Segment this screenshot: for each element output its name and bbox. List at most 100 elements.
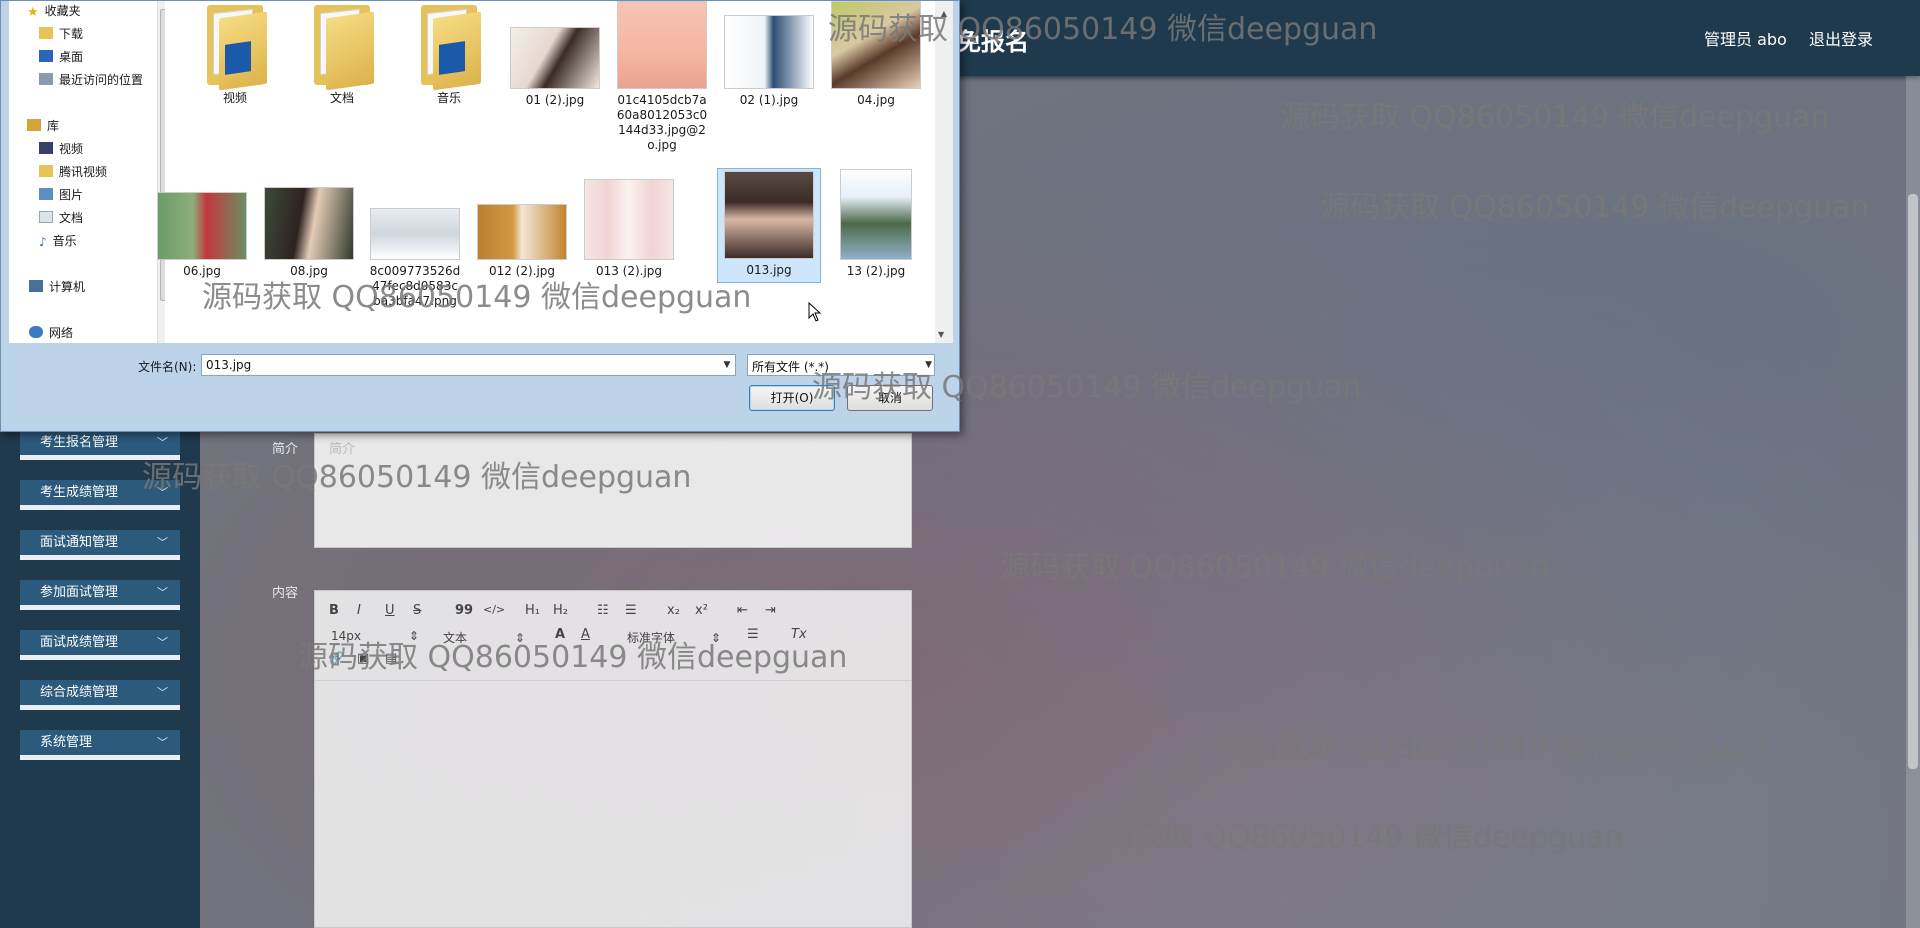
photo-thumbnail [510, 27, 600, 89]
nav-item-favorites[interactable]: ★ 收藏夹 [27, 2, 81, 20]
chevron-down-icon: ﹀ [157, 636, 168, 649]
subscript-button[interactable]: x₂ [667, 603, 680, 618]
logout-link[interactable]: 退出登录 [1809, 26, 1873, 50]
h2-button[interactable]: H₂ [553, 603, 568, 618]
nav-item-libraries[interactable]: 库 [27, 117, 59, 135]
link-icon[interactable]: 🔗 [329, 651, 344, 665]
select-arrow-icon: ⇕ [514, 631, 525, 645]
sidebar-item-signup[interactable]: 考生报名管理 ﹀ [20, 430, 180, 460]
sidebar-item-interview-score[interactable]: 面试成绩管理 ﹀ [20, 630, 180, 660]
bullet-list-icon[interactable]: ☰ [625, 603, 637, 618]
content-label: 内容 [272, 586, 299, 601]
nav-item-label: 库 [47, 119, 60, 133]
file-item-image[interactable]: 012 (2).jpg [472, 204, 572, 279]
text-color-button[interactable]: A [555, 627, 565, 642]
sidebar-item-label: 面试成绩管理 [40, 635, 119, 650]
ordered-list-icon[interactable]: ☷ [597, 603, 609, 618]
nav-item-label: 腾讯视频 [59, 165, 108, 179]
font-family-select[interactable]: 标准字体 ⇕ [627, 629, 721, 646]
nav-item-computer[interactable]: 计算机 [29, 278, 85, 296]
background-color-button[interactable]: A [581, 627, 590, 642]
sidebar-item-overall-score[interactable]: 综合成绩管理 ﹀ [20, 680, 180, 710]
user-label: 管理员 abo [1704, 30, 1787, 49]
file-item-folder-music[interactable]: 音乐 [399, 1, 499, 106]
file-name: 013.jpg [746, 263, 792, 277]
nav-item-pictures[interactable]: 图片 [39, 186, 83, 204]
chevron-down-icon[interactable]: ▼ [719, 355, 735, 375]
nav-item-downloads[interactable]: 下载 [39, 25, 83, 43]
block-type-select[interactable]: 文本 ⇕ [443, 629, 525, 646]
file-item-image[interactable]: 02 (1).jpg [719, 15, 819, 108]
filename-input[interactable]: 013.jpg [201, 354, 736, 376]
file-name: 视频 [222, 91, 247, 105]
scroll-down-arrow-icon[interactable]: ▼ [938, 330, 944, 339]
file-item-image[interactable]: 08.jpg [259, 187, 359, 279]
code-button[interactable]: </> [483, 603, 505, 616]
folder-icon [308, 1, 376, 91]
nav-item-label: 音乐 [52, 234, 77, 248]
image-icon[interactable]: ▣ [357, 651, 369, 666]
file-list: 视频 文档 音乐 01 (2).jpg 01c4105dcb7a60a80120… [157, 1, 953, 343]
file-item-image-selected[interactable]: 013.jpg [717, 168, 821, 283]
outdent-icon[interactable]: ⇤ [737, 603, 748, 618]
file-item-image[interactable]: 8c009773526d47fec8d0583cba3bfa47.png [365, 208, 465, 309]
scroll-up-arrow-icon[interactable]: ▲ [938, 9, 950, 19]
photo-thumbnail [617, 1, 707, 89]
nav-item-desktop[interactable]: 桌面 [39, 48, 83, 66]
cancel-button[interactable]: 取消 [847, 385, 933, 411]
nav-item-music[interactable]: ♪ 音乐 [39, 232, 77, 250]
font-family-value: 标准字体 [627, 631, 676, 645]
documents-library-icon [39, 211, 53, 223]
photo-thumbnail [584, 179, 674, 260]
nav-item-recent[interactable]: 最近访问的位置 [39, 71, 143, 89]
chevron-down-icon: ﹀ [157, 736, 168, 749]
nav-item-label: 文档 [59, 211, 84, 225]
nav-item-tencent-video[interactable]: 腾讯视频 [39, 163, 107, 181]
download-folder-icon [39, 27, 53, 39]
blockquote-button[interactable]: 99 [455, 603, 473, 618]
photo-thumbnail [477, 204, 567, 260]
video-icon[interactable]: ▤ [385, 651, 397, 666]
file-item-image[interactable]: 13 (2).jpg [826, 169, 926, 279]
clean-format-icon[interactable]: Tx [791, 627, 807, 642]
intro-placeholder: 简介 [329, 442, 356, 457]
bold-button[interactable]: B [329, 603, 339, 618]
file-item-image[interactable]: 01c4105dcb7a60a8012053c0144d33.jpg@2o.jp… [612, 1, 712, 153]
sidebar-item-attend-interview[interactable]: 参加面试管理 ﹀ [20, 580, 180, 610]
intro-textarea[interactable]: 简介 [314, 433, 912, 548]
sidebar-item-system[interactable]: 系统管理 ﹀ [20, 730, 180, 760]
align-icon[interactable]: ☰ [747, 627, 759, 642]
nav-item-documents[interactable]: 文档 [39, 209, 83, 227]
file-item-image[interactable]: 01 (2).jpg [505, 27, 605, 108]
filetype-select[interactable]: 所有文件 (*.*) ▼ [747, 354, 935, 376]
open-button[interactable]: 打开(O) [749, 385, 835, 411]
italic-button[interactable]: I [357, 603, 361, 618]
file-item-image[interactable]: 013 (2).jpg [579, 179, 679, 279]
file-item-folder-videos[interactable]: 视频 [185, 1, 285, 106]
nav-item-videos[interactable]: 视频 [39, 140, 83, 158]
filename-value: 013.jpg [206, 358, 252, 372]
file-name: 08.jpg [290, 264, 328, 278]
sidebar-item-scores[interactable]: 考生成绩管理 ﹀ [20, 480, 180, 510]
file-item-image[interactable]: 04.jpg [826, 1, 926, 108]
font-size-select[interactable]: 14px ⇕ [331, 629, 419, 643]
photo-thumbnail [840, 169, 912, 260]
nav-item-network[interactable]: 网络 [29, 324, 73, 342]
intro-label: 简介 [272, 442, 299, 457]
strike-button[interactable]: S [413, 603, 421, 618]
page-scrollbar[interactable] [1906, 76, 1920, 928]
photo-thumbnail [370, 208, 460, 260]
sidebar-item-interview-notice[interactable]: 面试通知管理 ﹀ [20, 530, 180, 560]
file-item-folder-documents[interactable]: 文档 [292, 1, 392, 106]
nav-item-label: 桌面 [59, 50, 84, 64]
underline-button[interactable]: U [385, 603, 395, 618]
computer-icon [29, 280, 43, 292]
superscript-button[interactable]: x² [695, 603, 708, 618]
h1-button[interactable]: H₁ [525, 603, 540, 618]
sidebar-item-label: 系统管理 [40, 735, 93, 750]
file-item-image[interactable]: 06.jpg [152, 192, 252, 279]
file-name: 音乐 [436, 91, 461, 105]
page-scrollbar-thumb[interactable] [1908, 194, 1918, 769]
file-list-scrollbar[interactable]: ▲ ▼ [935, 1, 953, 343]
indent-icon[interactable]: ⇥ [765, 603, 776, 618]
